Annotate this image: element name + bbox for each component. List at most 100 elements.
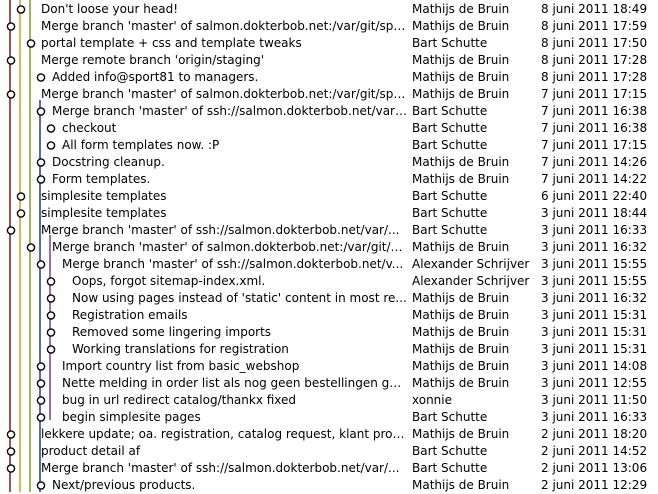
commit-author: Mathijs de Bruin: [412, 291, 510, 305]
commit-message: Docstring cleanup.: [52, 155, 165, 169]
commit-date: 8 juni 2011 17:59: [541, 19, 648, 33]
commit-row[interactable]: Now using pages instead of 'static' cont…: [0, 290, 658, 307]
commit-date: 3 juni 2011 18:44: [541, 206, 648, 220]
commit-row[interactable]: Form templates. Mathijs de Bruin 7 juni 20…: [0, 171, 658, 188]
commit-message: Merge branch 'master' of salmon.dokterbo…: [52, 240, 408, 254]
commit-row[interactable]: portal template + css and template tweak…: [0, 35, 658, 52]
commit-message: Now using pages instead of 'static' cont…: [72, 291, 407, 305]
commit-author: Mathijs de Bruin: [412, 172, 510, 186]
commit-row[interactable]: Nette melding in order list als nog geen…: [0, 375, 658, 392]
commit-row[interactable]: Oops, forgot sitemap-index.xml. Alexander…: [0, 273, 658, 290]
commit-message: Working translations for registration: [72, 342, 289, 356]
commit-message: simplesite templates: [41, 206, 167, 220]
commit-date: 3 juni 2011 16:33: [541, 223, 648, 237]
commit-row[interactable]: Merge branch 'master' of ssh://salmon.do…: [0, 222, 658, 239]
commit-author: Bart Schutte: [412, 36, 488, 50]
commit-row[interactable]: Merge remote branch 'origin/staging' Math…: [0, 52, 658, 69]
commit-row[interactable]: Merge branch 'master' of salmon.dokterbo…: [0, 239, 658, 256]
commit-author: Bart Schutte: [412, 410, 488, 424]
commit-message: Import country list from basic_webshop: [62, 359, 300, 373]
commit-row[interactable]: Next/previous products. Mathijs de Bruin 2…: [0, 477, 658, 494]
commit-author: Mathijs de Bruin: [412, 478, 510, 492]
commit-message: Merge branch 'master' of salmon.dokterbo…: [41, 19, 408, 33]
commit-row[interactable]: bug in url redirect catalog/thankx fixed…: [0, 392, 658, 409]
commit-row[interactable]: simplesite templates Bart Schutte 6 juni 2…: [0, 188, 658, 205]
commit-message: portal template + css and template tweak…: [41, 36, 302, 50]
commit-row[interactable]: Merge branch 'master' of salmon.dokterbo…: [0, 18, 658, 35]
commit-message: Merge branch 'master' of ssh://salmon.do…: [52, 104, 408, 118]
commit-row[interactable]: Import country list from basic_webshop Ma…: [0, 358, 658, 375]
commit-date: 6 juni 2011 22:40: [541, 189, 648, 203]
commit-message: Removed some lingering imports: [72, 325, 272, 339]
commit-row[interactable]: checkout Bart Schutte 7 juni 2011 16:38: [0, 120, 658, 137]
commit-author: Mathijs de Bruin: [412, 427, 510, 441]
commit-row[interactable]: Merge branch 'master' of ssh://salmon.do…: [0, 460, 658, 477]
commit-message: begin simplesite pages: [62, 410, 201, 424]
commit-date: 8 juni 2011 17:28: [541, 53, 648, 67]
commit-row[interactable]: lekkere update; oa. registration, catalo…: [0, 426, 658, 443]
commit-row[interactable]: simplesite templates Bart Schutte 3 juni 2…: [0, 205, 658, 222]
commit-author: Alexander Schrijver: [412, 257, 530, 271]
commit-message: Next/previous products.: [52, 478, 196, 492]
commit-row[interactable]: Working translations for registration Mat…: [0, 341, 658, 358]
commit-author: Bart Schutte: [412, 206, 488, 220]
commit-message: Nette melding in order list als nog geen…: [62, 376, 408, 390]
commit-author: Mathijs de Bruin: [412, 325, 510, 339]
commit-date: 3 juni 2011 15:31: [541, 308, 648, 322]
commit-message: Merge remote branch 'origin/staging': [41, 53, 265, 67]
commit-author: Mathijs de Bruin: [412, 359, 510, 373]
commit-date: 3 juni 2011 15:55: [541, 274, 648, 288]
commit-row[interactable]: product detail af Bart Schutte 2 juni 2011…: [0, 443, 658, 460]
commit-date: 3 juni 2011 16:33: [541, 410, 648, 424]
commit-author: Bart Schutte: [412, 189, 488, 203]
commit-author: Bart Schutte: [412, 461, 488, 475]
commit-message: Merge branch 'master' of salmon.dokterbo…: [41, 87, 408, 101]
commit-row[interactable]: Merge branch 'master' of salmon.dokterbo…: [0, 86, 658, 103]
commit-message: Form templates.: [52, 172, 151, 186]
commit-row[interactable]: Don't loose your head! Mathijs de Bruin 8 …: [0, 1, 658, 18]
commit-date: 2 juni 2011 18:20: [541, 427, 648, 441]
commit-date: 3 juni 2011 16:32: [541, 291, 648, 305]
commit-author: Mathijs de Bruin: [412, 2, 510, 16]
commit-message: product detail af: [41, 444, 141, 458]
commit-author: xonnie: [412, 393, 453, 407]
commit-author: Bart Schutte: [412, 444, 488, 458]
commit-message: Oops, forgot sitemap-index.xml.: [72, 274, 266, 288]
commit-row[interactable]: Merge branch 'master' of ssh://salmon.do…: [0, 103, 658, 120]
commit-date: 8 juni 2011 18:49: [541, 2, 648, 16]
commit-message: lekkere update; oa. registration, catalo…: [41, 427, 408, 441]
commit-date: 3 juni 2011 11:50: [541, 393, 648, 407]
commit-date: 3 juni 2011 16:32: [541, 240, 648, 254]
commit-date: 8 juni 2011 17:50: [541, 36, 648, 50]
commit-date: 3 juni 2011 15:31: [541, 342, 648, 356]
commit-author: Mathijs de Bruin: [412, 19, 510, 33]
commit-author: Mathijs de Bruin: [412, 70, 510, 84]
commit-date: 7 juni 2011 17:15: [541, 138, 648, 152]
commit-date: 3 juni 2011 14:08: [541, 359, 648, 373]
commit-author: Mathijs de Bruin: [412, 342, 510, 356]
commit-author: Mathijs de Bruin: [412, 240, 510, 254]
commit-message: Registration emails: [72, 308, 188, 322]
commit-row[interactable]: Merge branch 'master' of ssh://salmon.do…: [0, 256, 658, 273]
commit-message: simplesite templates: [41, 189, 167, 203]
commit-row[interactable]: All form templates now. :P Bart Schutte 7 …: [0, 137, 658, 154]
commit-row[interactable]: Removed some lingering imports Mathijs de…: [0, 324, 658, 341]
commit-message: All form templates now. :P: [62, 138, 220, 152]
commit-row[interactable]: Docstring cleanup. Mathijs de Bruin 7 juni…: [0, 154, 658, 171]
commit-row[interactable]: begin simplesite pages Bart Schutte 3 juni…: [0, 409, 658, 426]
commit-row[interactable]: Registration emails Mathijs de Bruin 3 jun…: [0, 307, 658, 324]
commit-message: bug in url redirect catalog/thankx fixed: [62, 393, 297, 407]
commit-message: Added info@sport81 to managers.: [52, 70, 259, 84]
commit-date: 3 juni 2011 15:55: [541, 257, 648, 271]
commit-author: Bart Schutte: [412, 121, 488, 135]
commit-date: 7 juni 2011 16:38: [541, 104, 648, 118]
commit-date: 8 juni 2011 17:28: [541, 70, 648, 84]
commit-author: Bart Schutte: [412, 223, 488, 237]
commit-date: 3 juni 2011 12:55: [541, 376, 648, 390]
commit-row[interactable]: Added info@sport81 to managers. Mathijs d…: [0, 69, 658, 86]
commit-message: checkout: [62, 121, 117, 135]
commit-date: 2 juni 2011 13:06: [541, 461, 648, 475]
commit-date: 7 juni 2011 14:22: [541, 172, 648, 186]
commit-message: Don't loose your head!: [41, 2, 179, 16]
commit-author: Mathijs de Bruin: [412, 376, 510, 390]
